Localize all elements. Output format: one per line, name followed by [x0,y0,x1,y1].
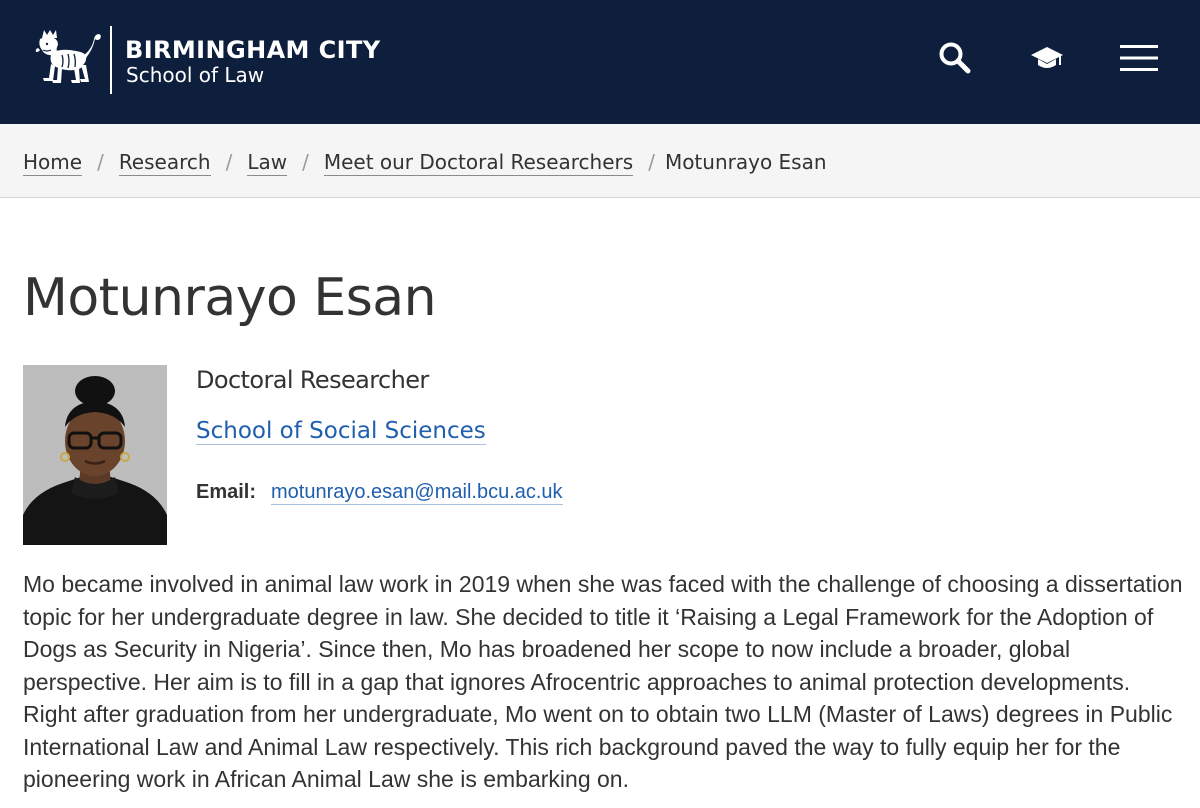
breadcrumb-separator: / [97,150,104,174]
menu-icon [1120,45,1158,71]
logo-divider [110,26,112,94]
lion-crest-icon [35,30,101,83]
graduation-cap-icon [1031,47,1063,68]
bio-paragraph: Mo became involved in animal law work in… [23,571,1183,792]
profile-role: Doctoral Researcher [196,366,429,394]
breadcrumb: Home / Research / Law / Meet our Doctora… [23,150,827,176]
logo-title: BIRMINGHAM CITY [125,36,381,64]
logo-subtitle: School of Law [126,63,265,87]
school-link[interactable]: School of Social Sciences [196,418,486,445]
email-label: Email: [196,481,257,503]
email-link[interactable]: motunrayo.esan@mail.bcu.ac.uk [271,481,563,505]
home-logo-link[interactable]: BIRMINGHAM CITY School of Law [34,26,380,96]
site-header: BIRMINGHAM CITY School of Law [0,0,1200,124]
search-button[interactable] [933,36,977,80]
profile-photo [23,365,167,545]
breadcrumb-bar: Home / Research / Law / Meet our Doctora… [0,124,1200,198]
breadcrumb-home[interactable]: Home [23,150,83,176]
page-title: Motunrayo Esan [23,268,437,328]
breadcrumb-research[interactable]: Research [118,150,211,176]
menu-button[interactable] [1117,36,1161,80]
breadcrumb-current: Motunrayo Esan [664,150,827,174]
breadcrumb-separator: / [225,150,233,174]
breadcrumb-law[interactable]: Law [247,150,288,176]
breadcrumb-separator: / [302,150,309,174]
search-icon [939,42,971,74]
breadcrumb-doctoral-researchers[interactable]: Meet our Doctoral Researchers [323,150,634,176]
breadcrumb-separator: / [648,150,655,174]
courses-button[interactable] [1025,36,1069,80]
portrait-image [23,365,167,545]
